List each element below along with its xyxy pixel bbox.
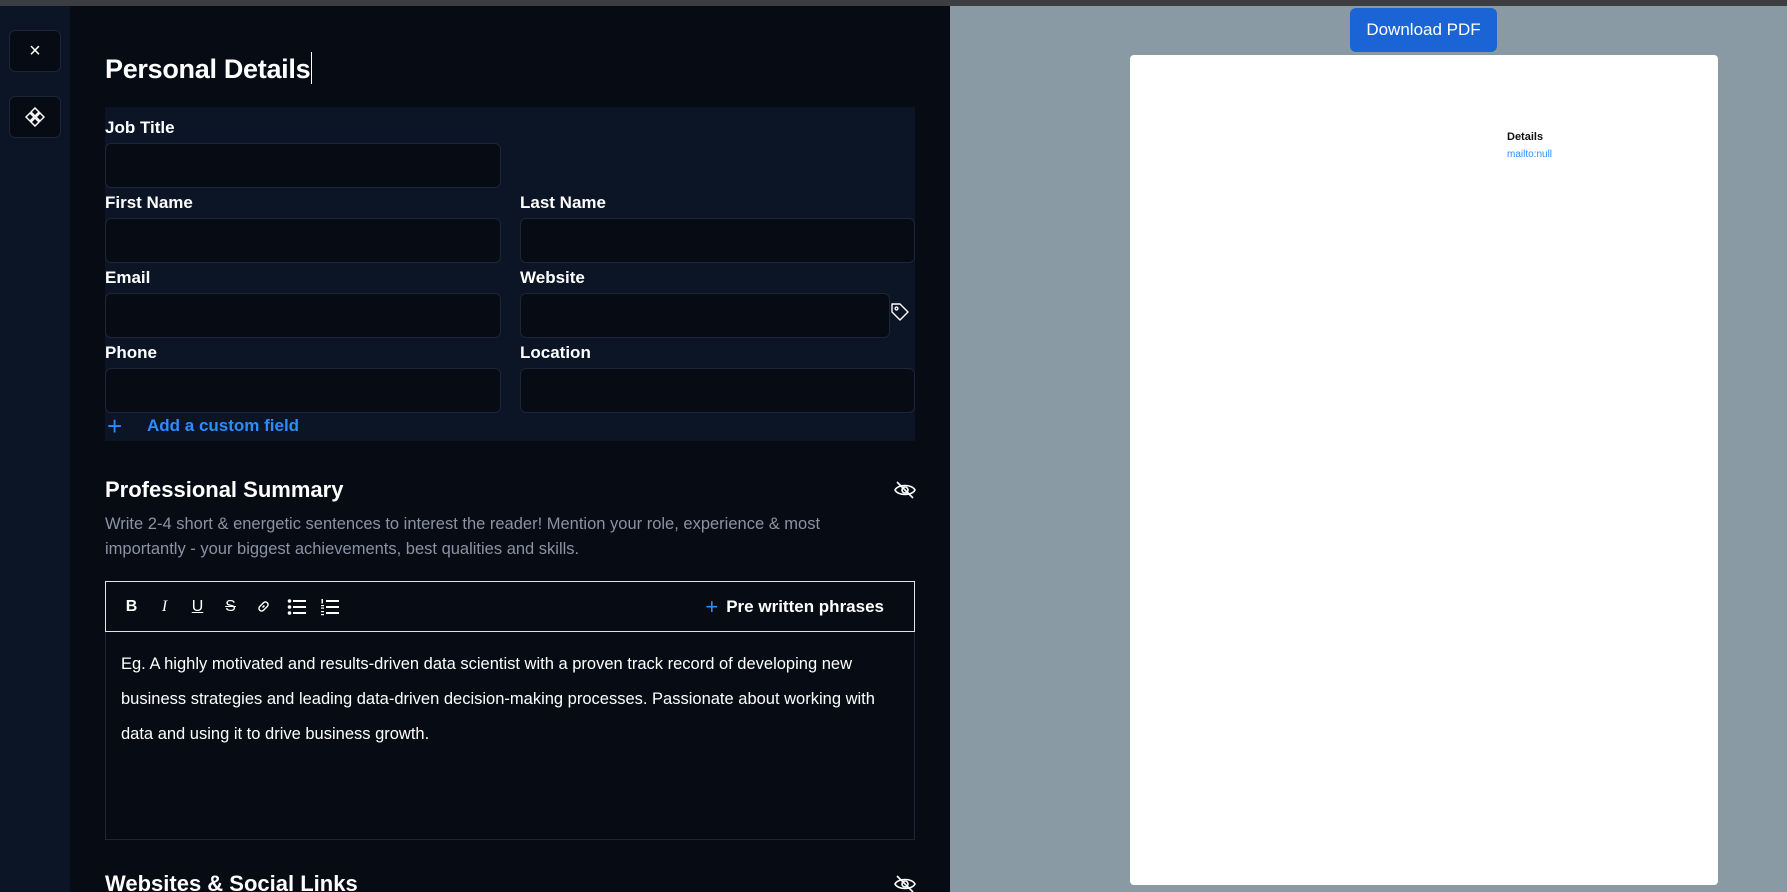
- text-caret: [311, 52, 313, 84]
- professional-summary-hint: Write 2-4 short & energetic sentences to…: [105, 515, 821, 558]
- last-name-label: Last Name: [520, 193, 606, 212]
- paper-email-link[interactable]: mailto:null: [1507, 149, 1552, 160]
- close-button[interactable]: ×: [9, 30, 61, 72]
- tag-icon[interactable]: [889, 301, 911, 323]
- editor-toolbar: B I U S + Pre written phrases: [105, 581, 915, 632]
- phone-input[interactable]: [105, 368, 501, 413]
- websites-section-title: Websites & Social Links: [105, 871, 358, 892]
- summary-placeholder: Eg. A highly motivated and results-drive…: [121, 655, 875, 743]
- plus-icon: +: [107, 411, 123, 441]
- resume-preview-panel: Download PDF Details mailto:null: [950, 6, 1787, 892]
- email-input[interactable]: [105, 293, 501, 338]
- numbered-list-button[interactable]: [313, 598, 346, 616]
- left-rail: ×: [0, 6, 70, 892]
- bullet-list-button[interactable]: [280, 598, 313, 616]
- page-title[interactable]: Personal Details: [105, 52, 313, 85]
- website-input[interactable]: [520, 293, 890, 338]
- add-custom-field-label: Add a custom field: [147, 416, 300, 435]
- pre-written-phrases-button[interactable]: + Pre written phrases: [705, 582, 884, 631]
- job-title-input[interactable]: [105, 143, 501, 188]
- paper-details-heading: Details: [1507, 131, 1544, 143]
- eye-off-icon[interactable]: [893, 478, 917, 502]
- summary-editor[interactable]: B I U S + Pre written phrases Eg. A high…: [105, 581, 915, 840]
- bold-button[interactable]: B: [115, 598, 148, 616]
- professional-summary-title: Professional Summary: [105, 477, 344, 502]
- location-label: Location: [520, 343, 591, 362]
- numbered-list-icon: [320, 598, 339, 615]
- underline-button[interactable]: U: [181, 598, 214, 616]
- layout-button[interactable]: [9, 96, 61, 138]
- eye-off-icon[interactable]: [893, 872, 917, 892]
- resume-paper: Details mailto:null: [1130, 55, 1718, 885]
- download-pdf-button[interactable]: Download PDF: [1350, 8, 1497, 52]
- last-name-input[interactable]: [520, 218, 915, 263]
- layout-icon: [25, 107, 45, 127]
- personal-details-section: Job Title First Name Last Name Email Web…: [105, 107, 915, 441]
- phone-label: Phone: [105, 343, 157, 362]
- strikethrough-button[interactable]: S: [214, 598, 247, 616]
- link-icon: [258, 601, 269, 612]
- add-custom-field-button[interactable]: + Add a custom field: [107, 411, 300, 441]
- close-icon: ×: [29, 39, 41, 62]
- job-title-label: Job Title: [105, 118, 175, 137]
- first-name-input[interactable]: [105, 218, 501, 263]
- plus-icon: +: [705, 593, 719, 619]
- first-name-label: First Name: [105, 193, 193, 212]
- editor-panel: Personal Details Job Title First Name La…: [70, 6, 950, 892]
- pre-written-phrases-label: Pre written phrases: [726, 596, 884, 616]
- link-button[interactable]: [247, 599, 280, 614]
- website-label: Website: [520, 268, 585, 287]
- bullet-list-icon: [287, 598, 306, 615]
- email-label: Email: [105, 268, 151, 287]
- location-input[interactable]: [520, 368, 915, 413]
- italic-button[interactable]: I: [148, 598, 181, 616]
